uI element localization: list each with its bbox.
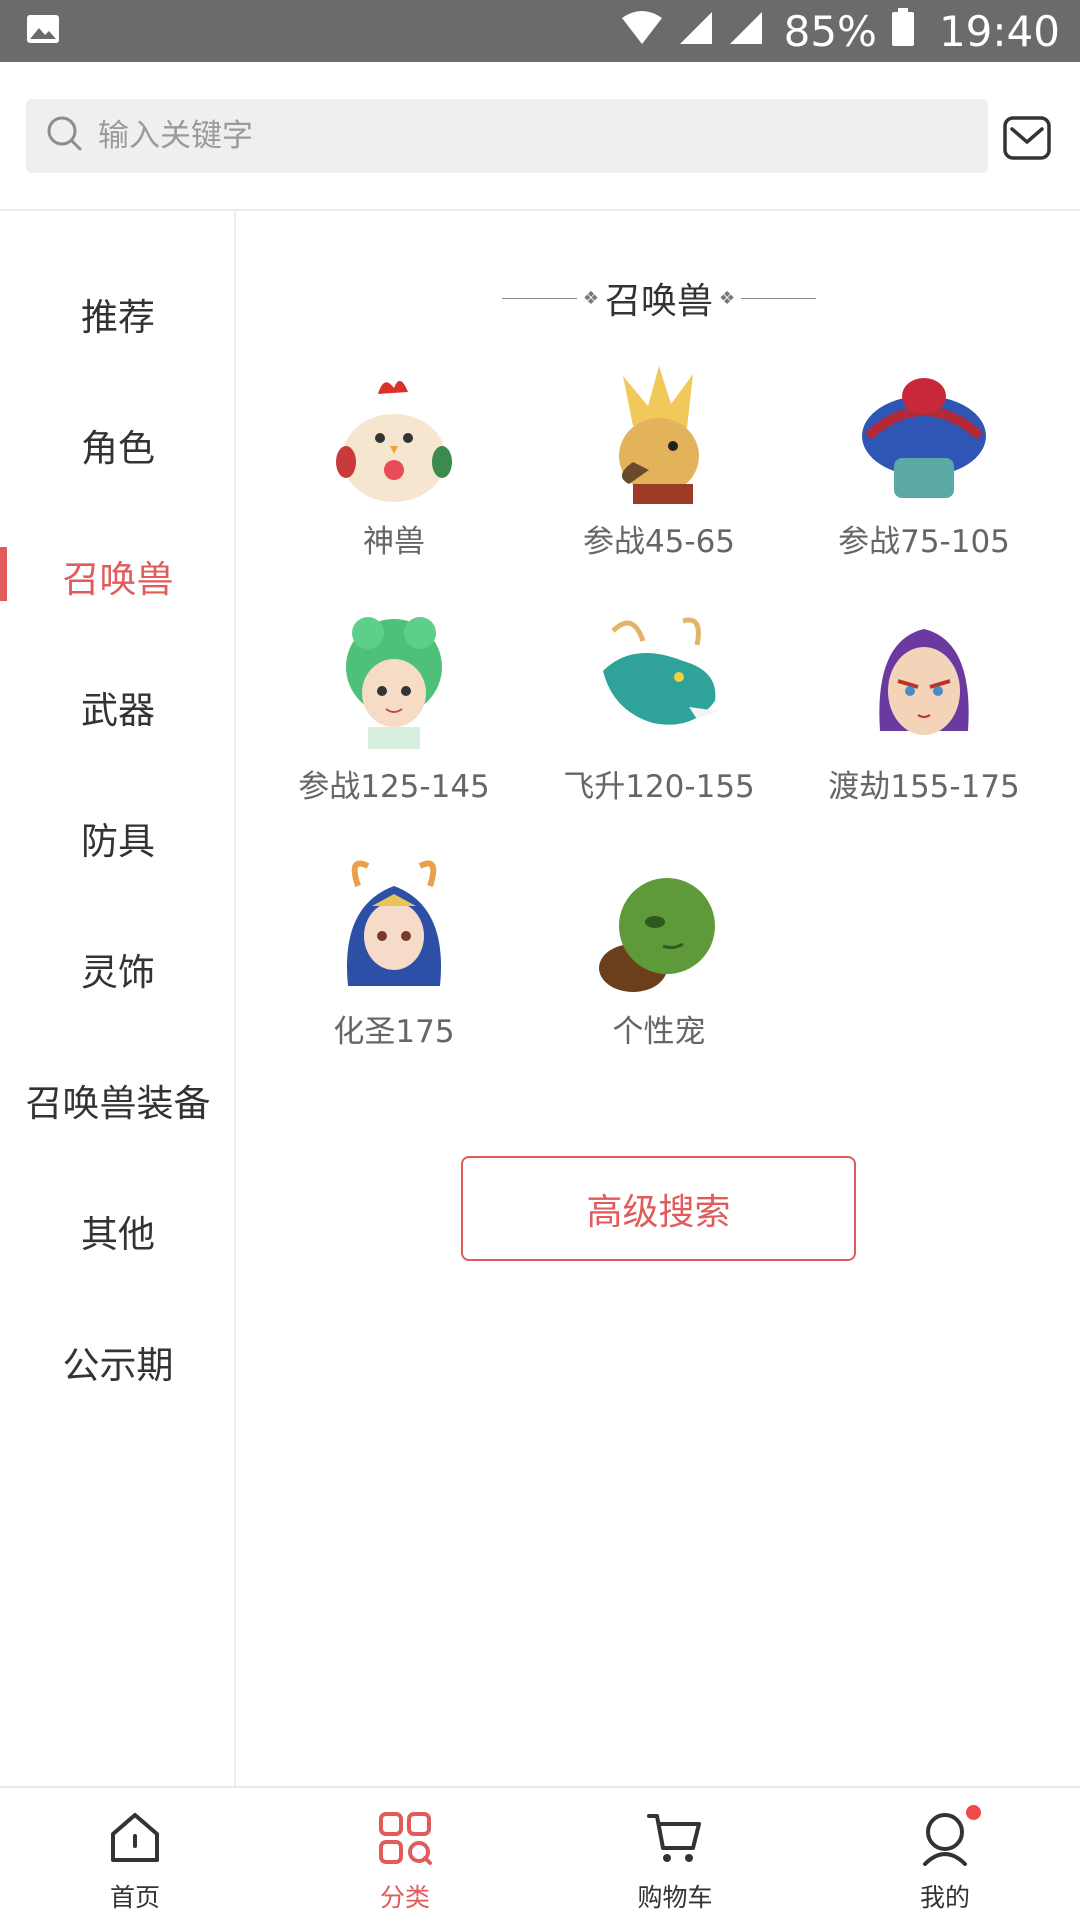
category-content: ❖ 召唤兽 ❖ 神兽 参战45-65 参战75-105 参战125-145 飞升…	[238, 211, 1080, 1786]
painted-face-warrior-icon	[879, 629, 969, 735]
cart-icon	[647, 1814, 701, 1862]
sidebar-item-label: 其他	[81, 1213, 155, 1256]
active-indicator	[0, 547, 7, 601]
grid-item-label: 个性宠	[612, 1014, 706, 1050]
tab-label: 购物车	[637, 1883, 713, 1912]
dragon-icon	[603, 617, 719, 725]
sidebar-item-character[interactable]: 角色	[0, 410, 236, 480]
grid-item-sanctify-175[interactable]: 化圣175	[274, 856, 514, 1076]
mail-icon[interactable]	[1003, 116, 1051, 160]
signal-icon	[678, 7, 714, 56]
category-sidebar: 推荐 角色 召唤兽 武器 防具 灵饰 召唤兽装备 其他 公示期	[0, 211, 236, 1786]
grid-item-combat-125-145[interactable]: 参战125-145	[274, 611, 514, 831]
divider-line	[501, 297, 577, 299]
sidebar-item-label: 灵饰	[81, 951, 155, 994]
sidebar-item-summon-equipment[interactable]: 召唤兽装备	[0, 1065, 236, 1135]
tab-label: 我的	[919, 1883, 970, 1912]
image-icon	[26, 14, 60, 48]
umbrella-creature-icon	[862, 378, 986, 498]
tab-home[interactable]: 首页	[0, 1788, 270, 1922]
grid-item-label: 化圣175	[333, 1014, 455, 1050]
advanced-search-button[interactable]: 高级搜索	[461, 1156, 856, 1261]
chicken-pet-icon	[336, 380, 452, 502]
grid-item-ascend-120-155[interactable]: 飞升120-155	[539, 611, 779, 831]
tab-label: 分类	[379, 1883, 430, 1912]
battery-percent: 85%	[783, 6, 877, 56]
grid-item-divine-beast[interactable]: 神兽	[274, 366, 514, 586]
sidebar-item-armor[interactable]: 防具	[0, 803, 236, 873]
grid-item-label: 渡劫155-175	[828, 769, 1020, 805]
grid-item-tribulation-155-175[interactable]: 渡劫155-175	[804, 611, 1044, 831]
bottom-tab-bar: 首页 分类 购物车 我的	[0, 1786, 1080, 1920]
tab-profile[interactable]: 我的	[810, 1788, 1080, 1922]
category-icon	[379, 1812, 432, 1865]
grid-item-personality-pet[interactable]: 个性宠	[539, 856, 779, 1076]
grid-item-label: 参战45-65	[582, 524, 736, 560]
ornament-icon: ❖	[719, 287, 736, 309]
signal-icon	[728, 7, 764, 56]
sidebar-item-publicity[interactable]: 公示期	[0, 1327, 236, 1397]
search-header	[0, 62, 1080, 211]
grid-item-label: 飞升120-155	[563, 769, 755, 805]
search-icon	[46, 115, 84, 157]
sidebar-item-label: 武器	[81, 689, 155, 732]
sidebar-item-recommend[interactable]: 推荐	[0, 279, 236, 349]
sidebar-item-label: 公示期	[62, 1344, 174, 1387]
battery-icon	[891, 7, 915, 56]
notification-badge	[966, 1805, 981, 1820]
divider-line	[741, 297, 817, 299]
grid-item-label: 神兽	[363, 524, 425, 560]
sidebar-item-label: 推荐	[81, 296, 155, 339]
eagle-warrior-icon	[619, 366, 699, 504]
wifi-icon	[620, 7, 664, 56]
tab-cart[interactable]: 购物车	[540, 1788, 810, 1922]
tab-category[interactable]: 分类	[270, 1788, 540, 1922]
sidebar-item-weapon[interactable]: 武器	[0, 672, 236, 742]
search-input[interactable]	[98, 118, 898, 154]
status-bar: 85% 19:40	[0, 0, 1080, 62]
profile-icon	[923, 1813, 967, 1866]
sidebar-item-label: 召唤兽	[62, 558, 174, 601]
section-title: 召唤兽	[604, 281, 713, 322]
antler-goddess-icon	[346, 860, 442, 986]
search-bar[interactable]	[26, 99, 988, 173]
grid-item-label: 参战75-105	[838, 524, 1010, 560]
sidebar-item-accessory[interactable]: 灵饰	[0, 934, 236, 1004]
sidebar-item-label: 召唤兽装备	[25, 1082, 211, 1125]
green-hair-girl-icon	[346, 617, 442, 749]
sidebar-item-other[interactable]: 其他	[0, 1196, 236, 1266]
grid-item-label: 参战125-145	[298, 769, 490, 805]
grid-item-combat-45-65[interactable]: 参战45-65	[539, 366, 779, 586]
home-icon	[111, 1813, 159, 1862]
sidebar-item-summon-beast[interactable]: 召唤兽	[0, 541, 236, 611]
grid-item-combat-75-105[interactable]: 参战75-105	[804, 366, 1044, 586]
section-header: ❖ 召唤兽 ❖	[238, 273, 1080, 323]
sidebar-item-label: 防具	[81, 820, 155, 863]
sidebar-item-label: 角色	[81, 427, 155, 470]
clock: 19:40	[938, 6, 1060, 56]
turtle-icon	[599, 878, 715, 992]
tab-label: 首页	[109, 1883, 160, 1912]
ornament-icon: ❖	[582, 287, 599, 309]
